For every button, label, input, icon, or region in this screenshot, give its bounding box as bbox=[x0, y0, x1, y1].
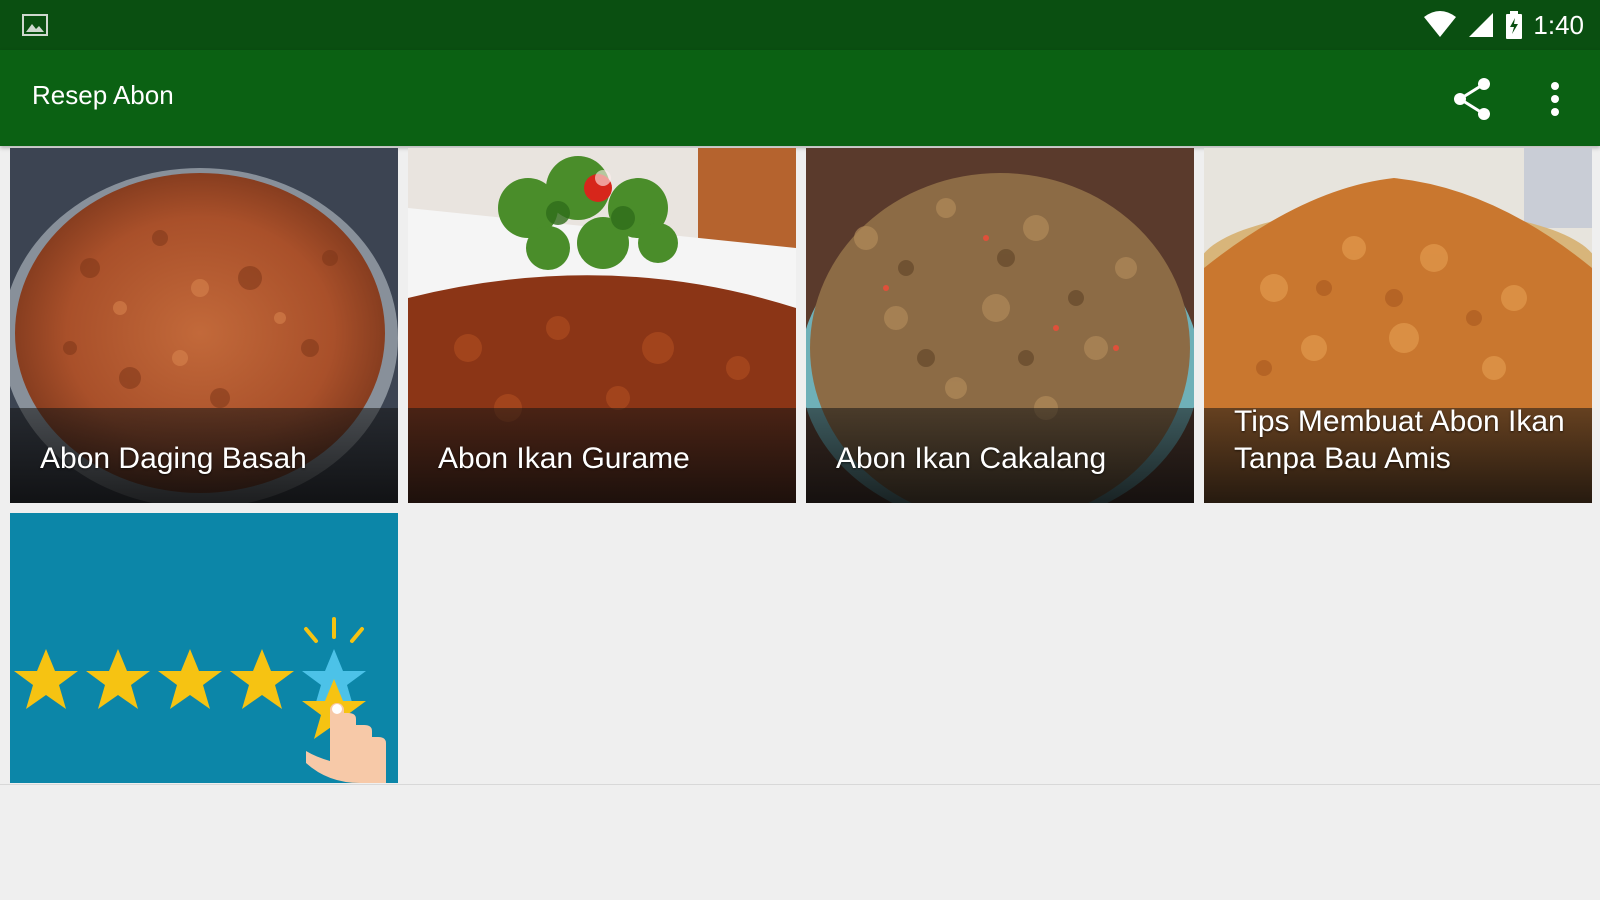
recipe-tile[interactable]: Abon Ikan Gurame bbox=[408, 148, 796, 503]
recipe-title: Abon Ikan Gurame bbox=[438, 442, 690, 475]
battery-charging-icon bbox=[1506, 11, 1523, 39]
recipe-tile[interactable]: Abon Daging Basah bbox=[10, 148, 398, 503]
wifi-icon bbox=[1424, 11, 1457, 37]
image-icon bbox=[22, 14, 48, 36]
status-time: 1:40 bbox=[1533, 9, 1584, 40]
rate-app-tile[interactable] bbox=[10, 513, 398, 783]
app-title: Resep Abon bbox=[32, 80, 174, 110]
recipe-title: Abon Ikan Cakalang bbox=[836, 442, 1107, 475]
status-bar: 1:40 bbox=[0, 0, 1600, 50]
recipe-tile[interactable]: Tips Membuat Abon Ikan Tanpa Bau Amis bbox=[1204, 148, 1592, 503]
overflow-menu-button[interactable] bbox=[1528, 72, 1582, 126]
recipe-title: Abon Daging Basah bbox=[40, 442, 307, 475]
status-icons: 1:40 bbox=[1423, 10, 1584, 40]
recipe-title: Tips Membuat Abon Ikan Tanpa Bau Amis bbox=[1234, 405, 1565, 475]
share-icon bbox=[1454, 78, 1490, 120]
recipe-tile[interactable]: Abon Ikan Cakalang bbox=[806, 148, 1194, 503]
app-toolbar: Resep Abon bbox=[0, 50, 1600, 146]
divider bbox=[0, 784, 1600, 785]
signal-icon bbox=[1469, 13, 1494, 37]
more-vert-icon bbox=[1551, 82, 1559, 116]
share-button[interactable] bbox=[1445, 72, 1499, 126]
rate-stars-icon bbox=[14, 617, 386, 783]
